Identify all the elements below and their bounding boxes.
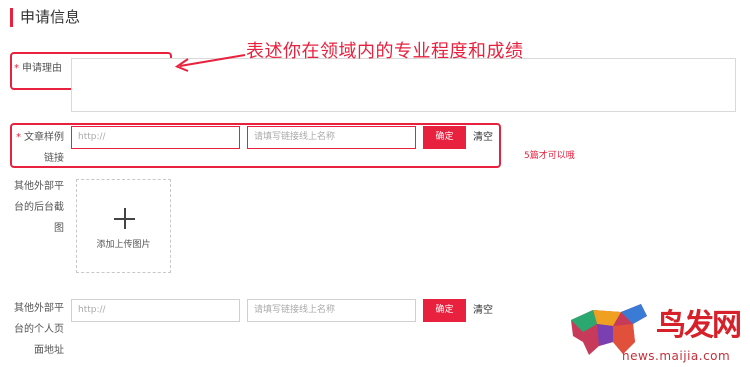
backend-screenshot-label: 其他外部平 台的后台截 图 bbox=[14, 176, 64, 239]
required-mark: * bbox=[16, 132, 21, 143]
article-label-line2: 链接 bbox=[44, 153, 64, 164]
backend-label-line1: 其他外部平 bbox=[14, 181, 64, 192]
homepage-label-line2: 台的个人页 bbox=[14, 324, 64, 335]
reason-label-text: 申请理由 bbox=[22, 63, 62, 74]
article-confirm-button[interactable]: 确定 bbox=[423, 126, 466, 149]
annotation-arrow-icon bbox=[174, 54, 246, 72]
homepage-label-line1: 其他外部平 bbox=[14, 303, 64, 314]
watermark-url: news.maijia.com bbox=[622, 349, 731, 363]
article-label-line1: 文章样例 bbox=[24, 132, 64, 143]
homepage-label: 其他外部平 台的个人页 面地址 bbox=[14, 298, 64, 361]
homepage-confirm-button[interactable]: 确定 bbox=[423, 299, 466, 322]
article-label: * 文章样例 链接 bbox=[14, 127, 64, 169]
watermark-logo-text: 鸟发网 bbox=[656, 308, 742, 343]
reason-textarea[interactable] bbox=[71, 58, 736, 112]
upload-label: 添加上传图片 bbox=[96, 240, 151, 250]
homepage-url-input[interactable]: http:// bbox=[71, 299, 240, 322]
article-annotation: 5篇才可以哦 bbox=[524, 151, 575, 161]
image-upload-box[interactable]: 添加上传图片 bbox=[76, 179, 171, 273]
reason-annotation: 表述你在领域内的专业程度和成绩 bbox=[246, 41, 524, 62]
section-title: 申请信息 bbox=[20, 8, 81, 26]
reason-label: * 申请理由 bbox=[14, 58, 62, 79]
backend-label-line3: 图 bbox=[54, 223, 64, 234]
homepage-clear-button[interactable]: 清空 bbox=[473, 299, 493, 322]
homepage-label-line3: 面地址 bbox=[34, 345, 64, 356]
article-clear-button[interactable]: 清空 bbox=[473, 126, 493, 149]
article-url-input[interactable]: http:// bbox=[71, 126, 240, 149]
plus-icon-vertical bbox=[123, 208, 126, 229]
section-accent-bar bbox=[10, 8, 13, 27]
homepage-name-input[interactable]: 请填写链接线上名称 bbox=[247, 299, 416, 322]
backend-label-line2: 台的后台截 bbox=[14, 202, 64, 213]
required-mark: * bbox=[14, 63, 19, 74]
article-name-input[interactable]: 请填写链接线上名称 bbox=[247, 126, 416, 149]
